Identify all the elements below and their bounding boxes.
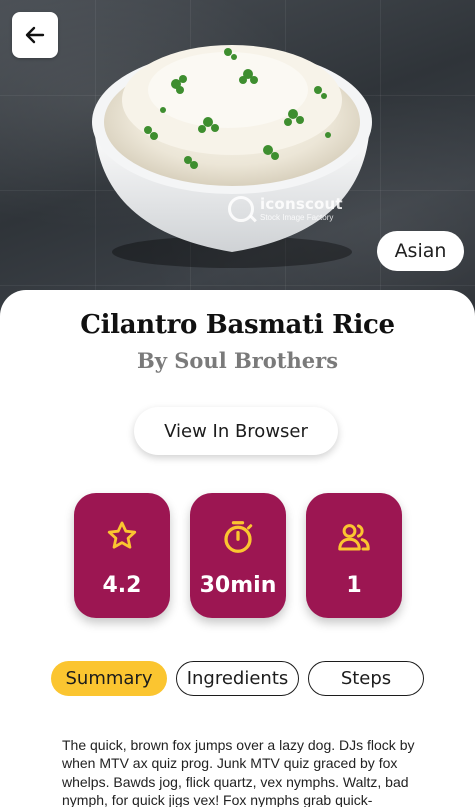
tab-ingredients[interactable]: Ingredients bbox=[176, 661, 299, 696]
time-value: 30min bbox=[199, 573, 277, 598]
watermark-brand: iconscout bbox=[260, 194, 343, 213]
image-grid-line bbox=[380, 0, 381, 330]
time-stat-card: 30min bbox=[190, 493, 286, 618]
star-icon bbox=[107, 521, 137, 549]
watermark-subtitle: Stock Image Factory bbox=[260, 212, 334, 222]
rating-value: 4.2 bbox=[102, 573, 142, 598]
arrow-left-icon bbox=[25, 26, 45, 44]
hero-image: iconscout Stock Image Factory bbox=[0, 0, 475, 330]
view-in-browser-button[interactable]: View In Browser bbox=[134, 407, 338, 455]
servings-value: 1 bbox=[346, 573, 362, 598]
tab-steps[interactable]: Steps bbox=[308, 661, 424, 696]
magnifier-logo-icon bbox=[228, 196, 254, 222]
back-button[interactable] bbox=[12, 12, 58, 58]
cuisine-badge: Asian bbox=[377, 231, 464, 271]
servings-stat-card: 1 bbox=[306, 493, 402, 618]
recipe-author: By Soul Brothers bbox=[136, 348, 339, 373]
rating-stat-card: 4.2 bbox=[74, 493, 170, 618]
summary-text: The quick, brown fox jumps over a lazy d… bbox=[62, 737, 415, 807]
people-icon bbox=[338, 524, 370, 551]
watermark: iconscout Stock Image Factory bbox=[228, 196, 343, 222]
recipe-title: Cilantro Basmati Rice bbox=[80, 310, 395, 340]
rice-bowl-illustration bbox=[92, 45, 372, 268]
tab-summary[interactable]: Summary bbox=[51, 661, 167, 696]
timer-icon bbox=[224, 521, 253, 553]
image-grid-line bbox=[0, 285, 475, 286]
